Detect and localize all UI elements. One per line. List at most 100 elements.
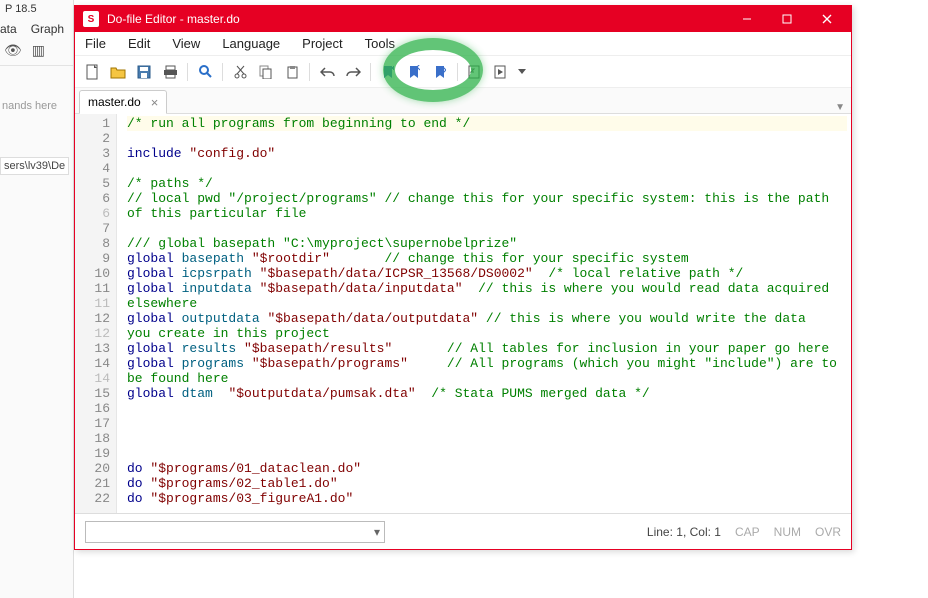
tab-overflow-dropdown[interactable]: ▼ (835, 102, 845, 113)
bg-tab-data[interactable]: ata (0, 22, 17, 36)
line-number: 15 (75, 386, 110, 401)
cut-icon[interactable] (229, 61, 251, 83)
code-line[interactable]: global programs "$basepath/programs" // … (127, 356, 847, 371)
menu-view[interactable]: View (172, 36, 200, 51)
code-line[interactable]: be found here (127, 371, 847, 386)
line-number: 14 (75, 371, 110, 386)
toolbar-separator (222, 63, 223, 81)
toolbar-separator (370, 63, 371, 81)
tab-close-icon[interactable]: × (151, 95, 159, 110)
code-line[interactable]: elsewhere (127, 296, 847, 311)
maximize-button[interactable] (767, 6, 807, 32)
bg-command-hint: nands here (0, 96, 73, 116)
code-line[interactable]: // local pwd "/project/programs" // chan… (127, 191, 847, 206)
line-number: 2 (75, 131, 110, 146)
menu-tools[interactable]: Tools (365, 36, 395, 51)
background-app: P 18.5 ata Graph 👁 ▥ nands here (0, 0, 74, 598)
code-line[interactable]: you create in this project (127, 326, 847, 341)
line-number: 20 (75, 461, 110, 476)
code-line[interactable]: /* paths */ (127, 176, 847, 191)
paste-icon[interactable] (281, 61, 303, 83)
tab-bar: master.do × ▼ (75, 88, 851, 114)
code-line[interactable]: include "config.do" (127, 146, 847, 161)
execute-do-icon[interactable] (490, 61, 512, 83)
line-number: 11 (75, 281, 110, 296)
code-line[interactable]: of this particular file (127, 206, 847, 221)
code-line[interactable]: global outputdata "$basepath/data/output… (127, 311, 847, 326)
bookmark-next-icon[interactable] (429, 61, 451, 83)
code-line[interactable] (127, 416, 847, 431)
search-icon[interactable] (194, 61, 216, 83)
new-file-icon[interactable] (81, 61, 103, 83)
line-number: 12 (75, 326, 110, 341)
code-line[interactable]: /// global basepath "C:\myproject\supern… (127, 236, 847, 251)
line-number: 8 (75, 236, 110, 251)
code-line[interactable] (127, 221, 847, 236)
line-number: 16 (75, 401, 110, 416)
code-line[interactable] (127, 161, 847, 176)
menubar: File Edit View Language Project Tools (75, 32, 851, 56)
line-number: 6 (75, 206, 110, 221)
bg-tab-graph[interactable]: Graph (31, 22, 64, 36)
menu-language[interactable]: Language (222, 36, 280, 51)
line-number-gutter: 1234566789101111121213141415161718192021… (75, 114, 117, 513)
status-cap: CAP (735, 525, 760, 539)
open-file-icon[interactable] (107, 61, 129, 83)
code-line[interactable] (127, 131, 847, 146)
line-number: 3 (75, 146, 110, 161)
line-number: 6 (75, 191, 110, 206)
toolbar-separator (309, 63, 310, 81)
code-line[interactable]: do "$programs/01_dataclean.do" (127, 461, 847, 476)
bg-path-fragment: sers\lv39\De (0, 157, 69, 175)
menu-project[interactable]: Project (302, 36, 342, 51)
line-number: 21 (75, 476, 110, 491)
bookmark-prev-icon[interactable] (403, 61, 425, 83)
close-button[interactable] (807, 6, 847, 32)
line-number: 12 (75, 311, 110, 326)
app-icon: S (83, 11, 99, 27)
menu-edit[interactable]: Edit (128, 36, 150, 51)
run-selection-icon[interactable] (464, 61, 486, 83)
toolbar (75, 56, 851, 88)
line-number: 4 (75, 161, 110, 176)
print-icon[interactable] (159, 61, 181, 83)
code-line[interactable] (127, 401, 847, 416)
menu-file[interactable]: File (85, 36, 106, 51)
chart-icon[interactable]: ▥ (32, 42, 45, 59)
code-line[interactable] (127, 431, 847, 446)
titlebar[interactable]: S Do-file Editor - master.do (75, 6, 851, 32)
status-cursor-pos: Line: 1, Col: 1 (647, 525, 721, 539)
line-number: 11 (75, 296, 110, 311)
tab-master-do[interactable]: master.do × (79, 90, 167, 114)
status-combo[interactable]: ▾ (85, 521, 385, 543)
code-line[interactable]: do "$programs/02_table1.do" (127, 476, 847, 491)
line-number: 19 (75, 446, 110, 461)
code-line[interactable]: global inputdata "$basepath/data/inputda… (127, 281, 847, 296)
redo-icon[interactable] (342, 61, 364, 83)
line-number: 14 (75, 356, 110, 371)
code-line[interactable]: global dtam "$outputdata/pumsak.dta" /* … (127, 386, 847, 401)
code-line[interactable] (127, 446, 847, 461)
code-line[interactable]: do "$programs/03_figureA1.do" (127, 491, 847, 506)
bookmark-toggle-icon[interactable] (377, 61, 399, 83)
code-line[interactable]: global basepath "$rootdir" // change thi… (127, 251, 847, 266)
eye-icon[interactable]: 👁 (4, 42, 22, 59)
undo-icon[interactable] (316, 61, 338, 83)
code-line[interactable]: global results "$basepath/results" // Al… (127, 341, 847, 356)
tab-label: master.do (88, 95, 141, 109)
window-title: Do-file Editor - master.do (107, 12, 727, 26)
line-number: 17 (75, 416, 110, 431)
code-line[interactable]: /* run all programs from beginning to en… (127, 116, 847, 131)
line-number: 13 (75, 341, 110, 356)
line-number: 5 (75, 176, 110, 191)
execute-dropdown-icon[interactable] (516, 61, 528, 83)
code-editor[interactable]: 1234566789101111121213141415161718192021… (75, 114, 851, 513)
line-number: 22 (75, 491, 110, 506)
line-number: 9 (75, 251, 110, 266)
copy-icon[interactable] (255, 61, 277, 83)
code-line[interactable]: global icpsrpath "$basepath/data/ICPSR_1… (127, 266, 847, 281)
code-content[interactable]: /* run all programs from beginning to en… (117, 114, 851, 513)
minimize-button[interactable] (727, 6, 767, 32)
status-bar: ▾ Line: 1, Col: 1 CAP NUM OVR (75, 513, 851, 549)
save-icon[interactable] (133, 61, 155, 83)
